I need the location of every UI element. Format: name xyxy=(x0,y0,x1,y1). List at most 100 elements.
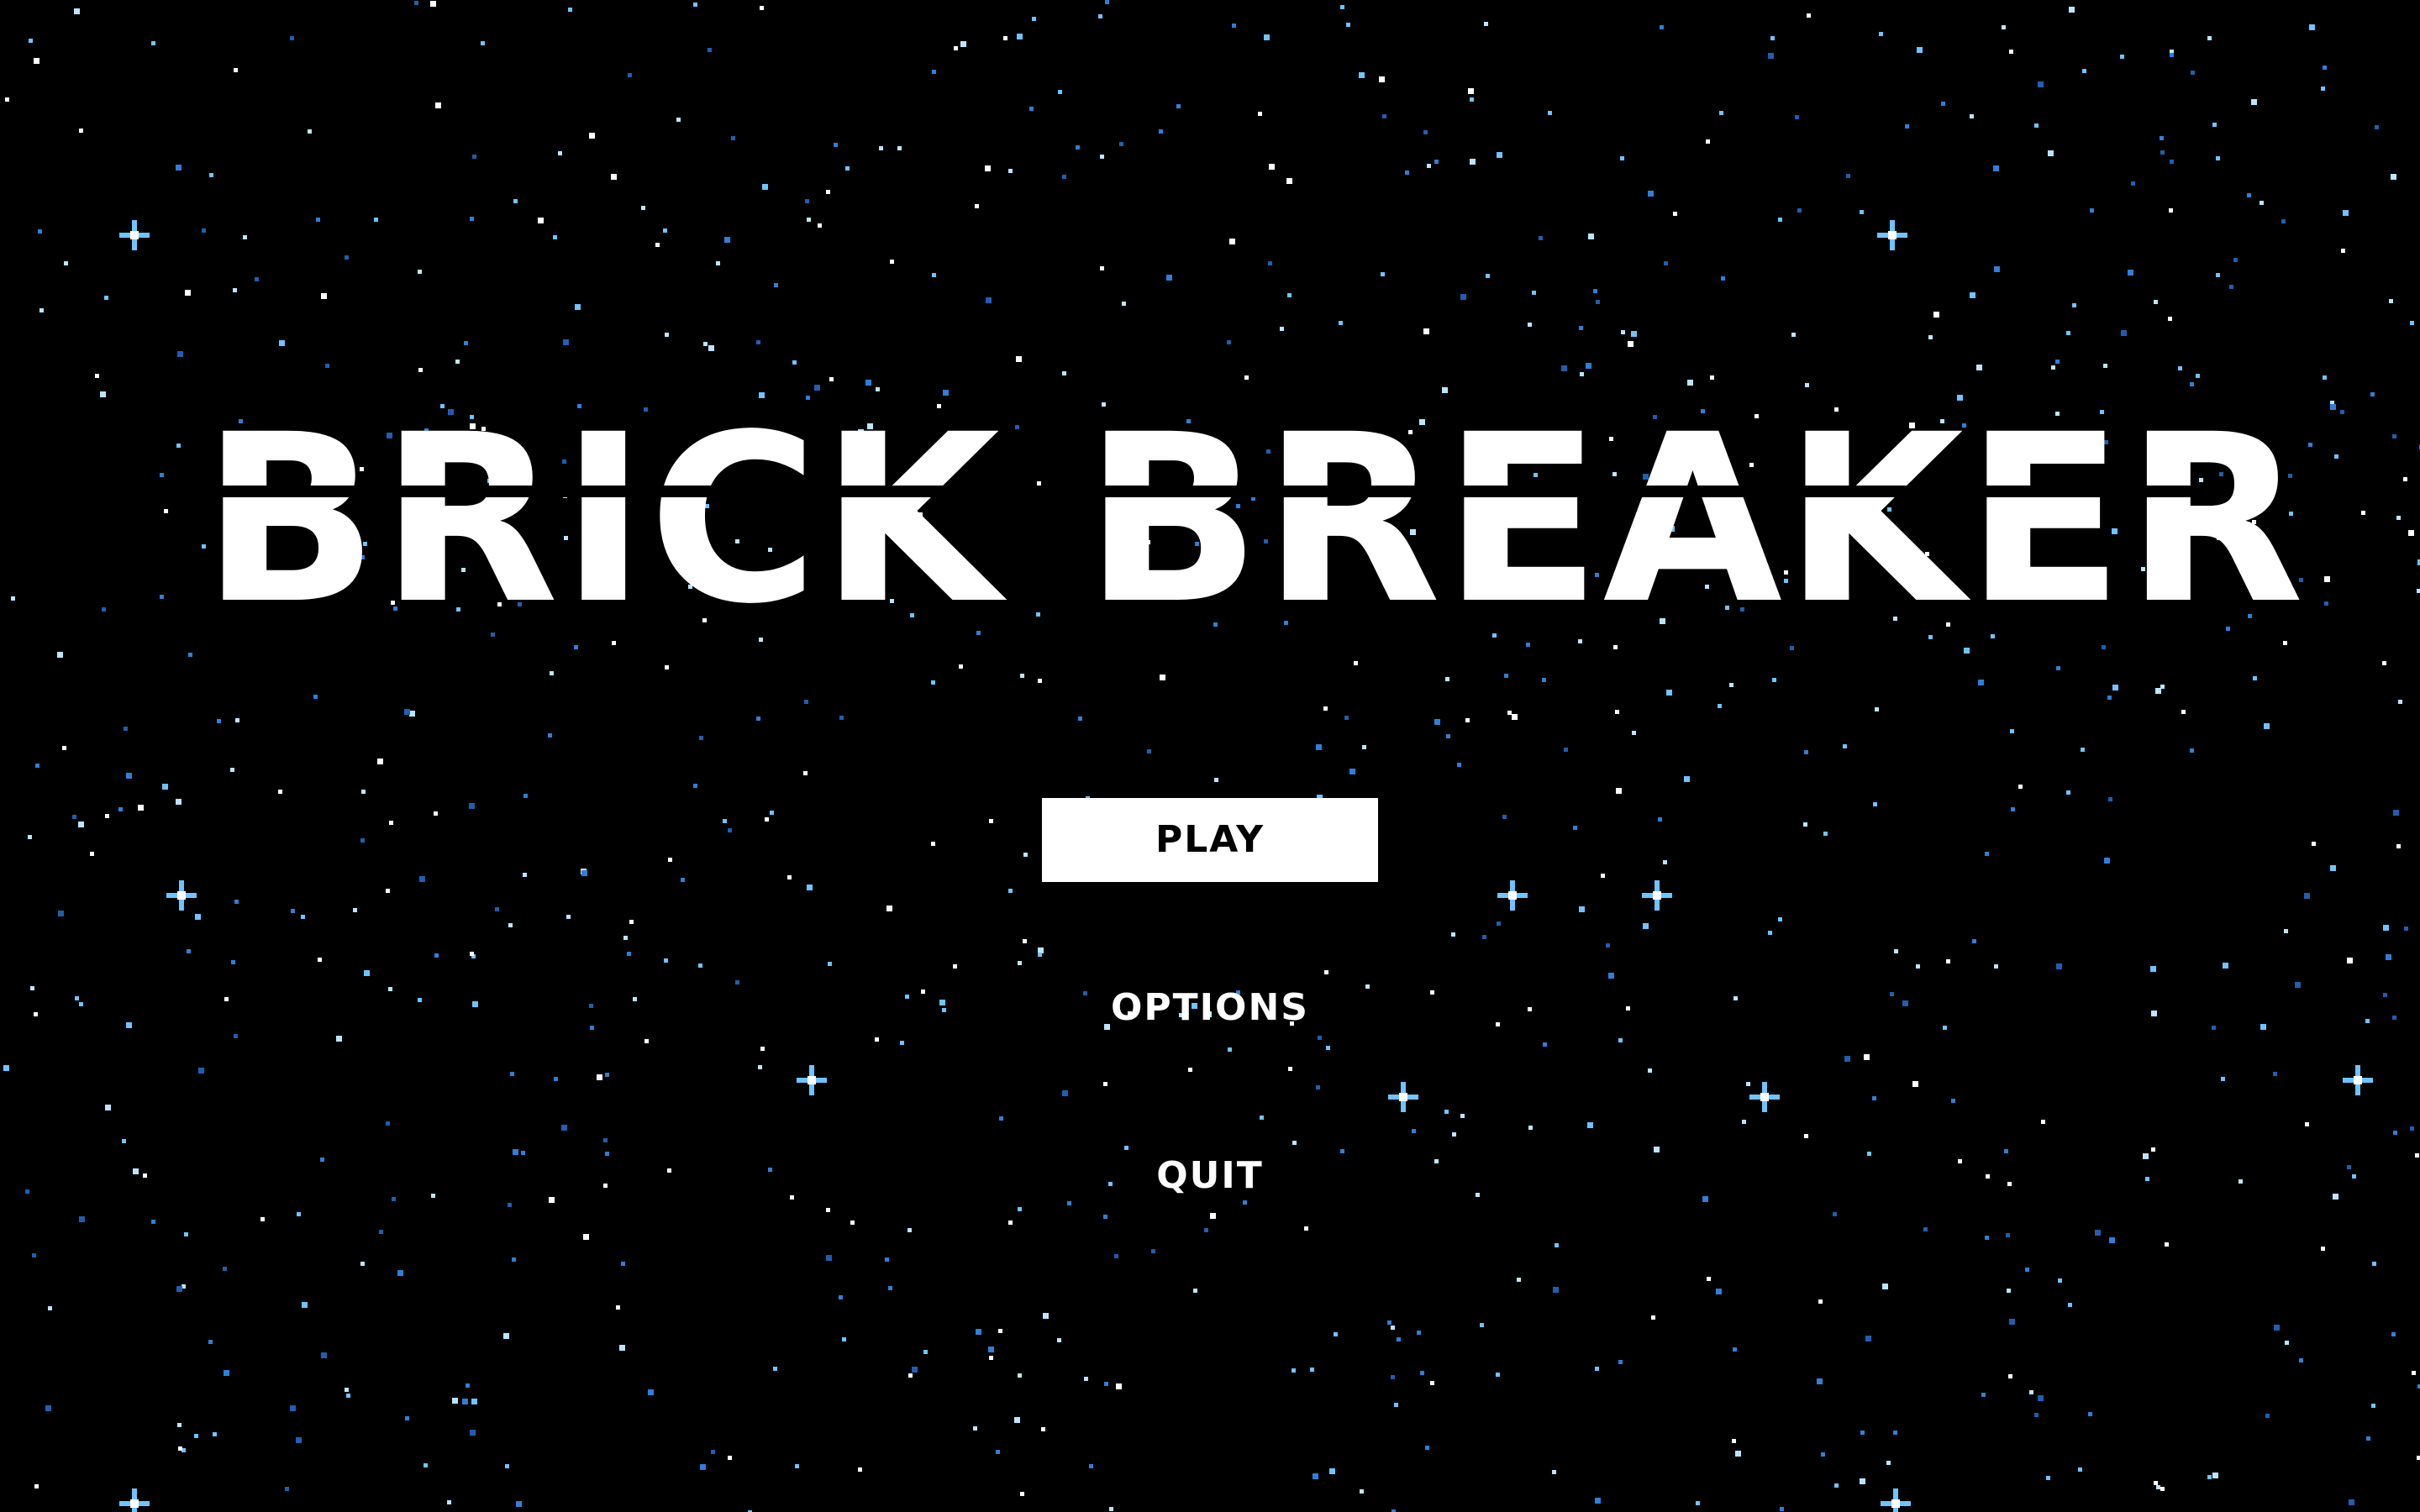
quit-button[interactable]: QUIT xyxy=(1042,1134,1378,1218)
star xyxy=(2247,193,2251,197)
star xyxy=(2365,1019,2370,1023)
star xyxy=(792,360,797,365)
star xyxy=(2372,1262,2376,1266)
star xyxy=(1818,1299,1823,1304)
star xyxy=(1946,959,1950,963)
star xyxy=(302,1302,308,1308)
star xyxy=(708,48,712,52)
star xyxy=(900,1041,904,1045)
star xyxy=(1528,323,1532,327)
star xyxy=(1528,1126,1533,1130)
options-button[interactable]: OPTIONS xyxy=(1042,966,1378,1050)
star xyxy=(2393,810,2399,816)
star xyxy=(102,607,106,612)
star xyxy=(665,665,669,669)
star xyxy=(58,911,64,916)
star xyxy=(807,885,813,890)
star xyxy=(765,817,769,822)
star xyxy=(2143,1153,2149,1159)
star xyxy=(124,727,128,731)
star xyxy=(905,995,909,999)
star xyxy=(1041,1427,1045,1431)
star xyxy=(213,1432,217,1436)
star xyxy=(105,814,109,818)
star xyxy=(45,1405,51,1411)
star xyxy=(290,1405,296,1411)
star xyxy=(548,733,552,738)
star xyxy=(72,815,76,819)
star xyxy=(1017,34,1023,39)
star xyxy=(954,46,958,50)
star xyxy=(1865,1336,1871,1341)
star xyxy=(1310,1368,1314,1372)
star xyxy=(2046,1476,2050,1480)
star xyxy=(1151,1249,1155,1253)
star xyxy=(2002,25,2006,29)
star xyxy=(2178,366,2182,370)
star xyxy=(1023,939,1027,943)
star xyxy=(1608,973,1614,979)
star xyxy=(1476,1193,1480,1197)
star xyxy=(681,878,685,882)
star xyxy=(2112,685,2118,690)
star xyxy=(185,290,191,296)
star xyxy=(1797,208,1802,213)
star xyxy=(1735,1451,1741,1457)
star xyxy=(512,1257,516,1262)
star xyxy=(2154,300,2158,304)
star xyxy=(177,1423,182,1427)
star xyxy=(79,1216,85,1222)
star xyxy=(1972,939,1976,943)
star xyxy=(1586,363,1591,369)
star xyxy=(603,1138,608,1142)
star xyxy=(2191,71,2195,75)
star xyxy=(177,351,183,357)
star xyxy=(845,166,850,171)
star xyxy=(508,1203,512,1207)
star xyxy=(850,1221,855,1225)
star xyxy=(668,858,672,862)
star xyxy=(1460,294,1466,300)
star xyxy=(885,1257,889,1262)
star xyxy=(1651,1315,1655,1320)
star xyxy=(1484,22,1488,26)
star xyxy=(2273,1072,2277,1076)
star xyxy=(1329,1468,1335,1474)
star xyxy=(2382,661,2386,665)
star xyxy=(1778,917,1782,921)
star xyxy=(1778,218,1782,222)
star xyxy=(1062,175,1066,179)
star xyxy=(2025,1268,2029,1272)
star xyxy=(623,936,628,940)
star xyxy=(2229,285,2233,289)
star xyxy=(1970,292,1975,298)
star xyxy=(223,1267,227,1271)
star xyxy=(2415,1153,2419,1158)
star xyxy=(1821,1452,1825,1457)
star xyxy=(986,297,992,303)
star xyxy=(2165,1242,2169,1247)
star xyxy=(1985,852,1989,856)
star xyxy=(1269,164,1275,170)
star xyxy=(521,1151,525,1155)
bright-star xyxy=(1642,880,1672,911)
star xyxy=(2352,1174,2356,1179)
play-button[interactable]: PLAY xyxy=(1042,798,1378,882)
star xyxy=(2041,1120,2045,1124)
star xyxy=(2305,1122,2309,1126)
star xyxy=(1280,327,1284,331)
star xyxy=(301,915,305,919)
star xyxy=(1517,1278,1521,1282)
star xyxy=(472,1001,478,1007)
star xyxy=(1860,1431,1865,1435)
star xyxy=(104,296,108,300)
star xyxy=(829,377,834,381)
star xyxy=(2274,1325,2280,1331)
star xyxy=(1008,169,1013,173)
star xyxy=(1417,1331,1421,1335)
star xyxy=(773,1367,777,1371)
star xyxy=(1334,1332,1338,1336)
star xyxy=(1434,719,1440,725)
star xyxy=(2404,927,2408,931)
star xyxy=(1875,707,1879,711)
